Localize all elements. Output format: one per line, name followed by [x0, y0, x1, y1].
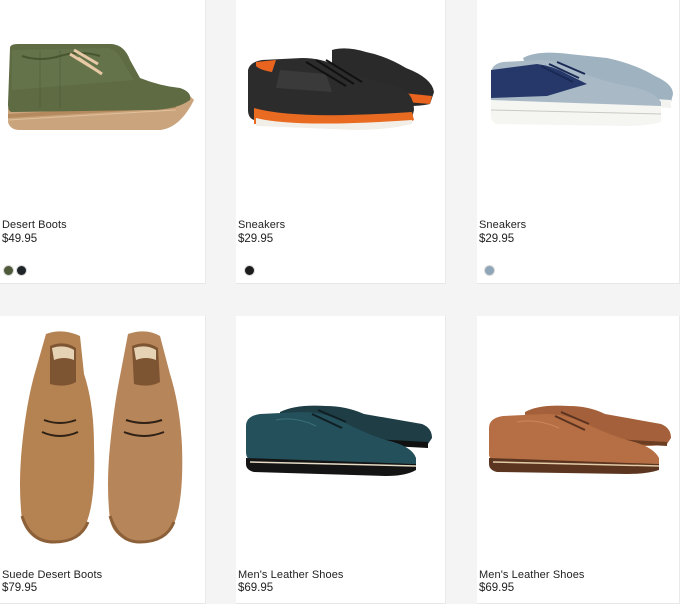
- product-card-sneakers-denim[interactable]: Sneakers $29.95: [477, 0, 680, 284]
- tan-oxford-pair-icon[interactable]: [477, 316, 680, 546]
- color-swatch-black[interactable]: [17, 266, 26, 275]
- color-swatch-olive[interactable]: [4, 266, 13, 275]
- product-price: $29.95: [238, 233, 274, 245]
- product-card-leather-shoes-tan[interactable]: Men's Leather Shoes $69.95: [477, 316, 680, 604]
- color-swatch-black[interactable]: [245, 266, 254, 275]
- product-price: $69.95: [479, 582, 515, 594]
- black-sneaker-icon[interactable]: [236, 0, 446, 160]
- product-price: $79.95: [2, 582, 38, 594]
- color-swatch-denim[interactable]: [485, 266, 494, 275]
- product-card-sneakers-black[interactable]: Sneakers $29.95: [236, 0, 446, 284]
- product-name[interactable]: Suede Desert Boots: [2, 569, 102, 581]
- suede-boots-pair-icon[interactable]: [0, 316, 206, 546]
- product-price: $29.95: [479, 233, 515, 245]
- product-name[interactable]: Sneakers: [479, 219, 526, 231]
- product-name[interactable]: Sneakers: [238, 219, 285, 231]
- desert-boot-icon[interactable]: [0, 0, 206, 160]
- product-card-leather-shoes-teal[interactable]: Men's Leather Shoes $69.95: [236, 316, 446, 604]
- product-name[interactable]: Men's Leather Shoes: [479, 569, 585, 581]
- product-name[interactable]: Men's Leather Shoes: [238, 569, 344, 581]
- denim-sneaker-icon[interactable]: [477, 0, 680, 160]
- product-price: $69.95: [238, 582, 274, 594]
- teal-oxford-pair-icon[interactable]: [236, 316, 446, 546]
- product-card-desert-boots[interactable]: Desert Boots $49.95: [0, 0, 206, 284]
- product-card-suede-desert-boots[interactable]: Suede Desert Boots $79.95: [0, 316, 206, 604]
- product-price: $49.95: [2, 233, 38, 245]
- product-name[interactable]: Desert Boots: [2, 219, 67, 231]
